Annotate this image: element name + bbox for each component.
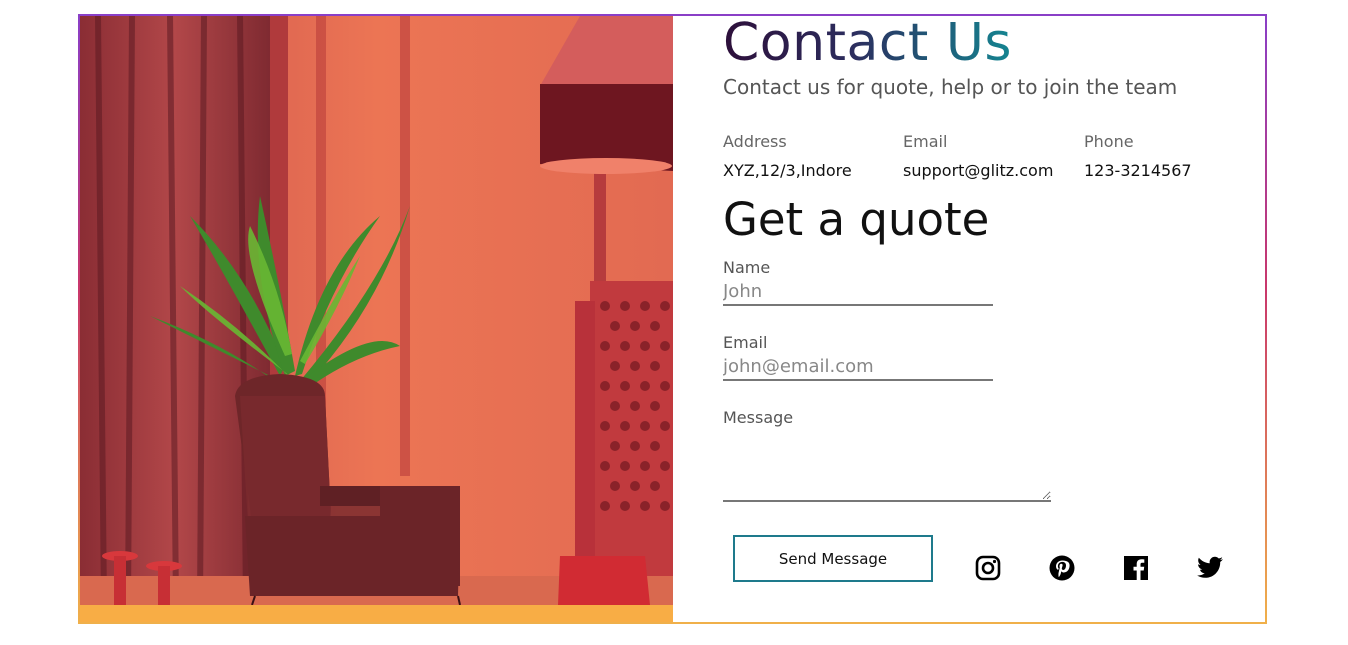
pinterest-icon[interactable]: [1047, 553, 1077, 583]
info-phone-label: Phone: [1084, 132, 1134, 151]
interior-photo: [80, 16, 673, 605]
message-textarea[interactable]: [723, 456, 1051, 502]
email-label: Email: [723, 333, 768, 352]
info-phone: Phone 123-3214567: [1084, 132, 1264, 180]
page-subtitle: Contact us for quote, help or to join th…: [723, 75, 1178, 99]
contact-section: Contact Us Contact us for quote, help or…: [723, 16, 1253, 616]
name-label: Name: [723, 258, 771, 277]
name-input[interactable]: [723, 281, 993, 306]
info-phone-value: 123-3214567: [1084, 161, 1192, 180]
accent-bar: [80, 605, 673, 622]
twitter-icon[interactable]: [1195, 553, 1225, 583]
message-label: Message: [723, 408, 794, 427]
page-title: Contact Us: [723, 13, 1012, 73]
instagram-icon[interactable]: [973, 553, 1003, 583]
info-email-value: support@glitz.com: [903, 161, 1054, 180]
facebook-icon[interactable]: [1121, 553, 1151, 583]
info-address-value: XYZ,12/3,Indore: [723, 161, 852, 180]
info-email: Email support@glitz.com: [903, 132, 1083, 180]
interior-illustration: [80, 16, 673, 605]
info-address-label: Address: [723, 132, 787, 151]
info-address: Address XYZ,12/3,Indore: [723, 132, 903, 180]
send-message-button[interactable]: Send Message: [733, 535, 933, 582]
info-email-label: Email: [903, 132, 948, 151]
email-input[interactable]: [723, 356, 993, 381]
quote-heading: Get a quote: [723, 193, 990, 246]
